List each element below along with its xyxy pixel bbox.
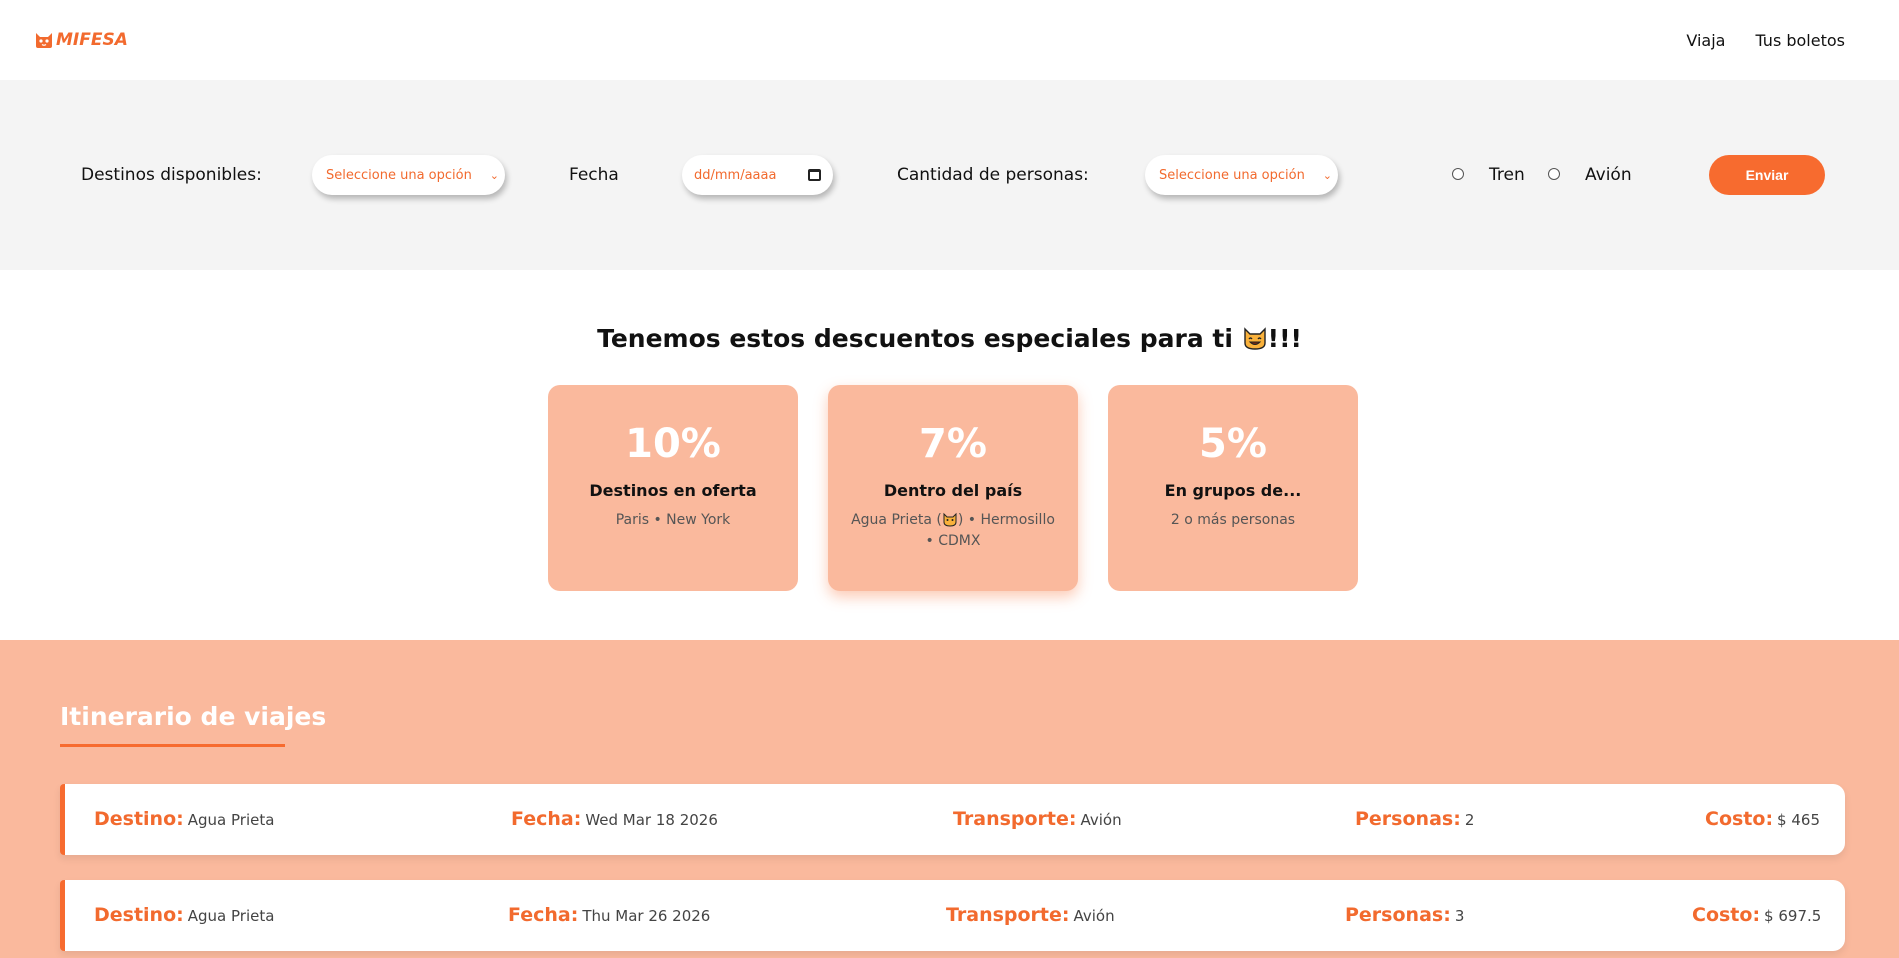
value-fecha: Wed Mar 18 2026 bbox=[585, 811, 718, 829]
discount-title: Destinos en oferta bbox=[589, 481, 757, 500]
cat-emoji-icon bbox=[1243, 327, 1266, 350]
key-destino: Destino: bbox=[94, 904, 184, 926]
calendar-icon[interactable] bbox=[808, 169, 821, 181]
discount-subtitle: 2 o más personas bbox=[1170, 512, 1296, 528]
brand-logo[interactable]: MIFESA bbox=[34, 30, 128, 50]
key-costo: Costo: bbox=[1705, 808, 1774, 830]
nav-viaja[interactable]: Viaja bbox=[1686, 31, 1725, 50]
itinerary-row[interactable]: Destino: Agua Prieta Fecha: Thu Mar 26 202… bbox=[60, 880, 1845, 951]
discount-title: Dentro del país bbox=[883, 481, 1023, 500]
cat-logo-icon bbox=[36, 33, 52, 48]
value-destino: Agua Prieta bbox=[187, 811, 275, 829]
value-personas: 3 bbox=[1454, 907, 1465, 925]
discounts-title-exclaim: !!! bbox=[1267, 324, 1302, 353]
chevron-down-icon: ⌄ bbox=[1322, 168, 1332, 182]
cell-transporte: Transporte: Avión bbox=[953, 808, 1122, 830]
key-personas: Personas: bbox=[1345, 904, 1451, 926]
discounts-title: Tenemos estos descuentos especiales para… bbox=[0, 324, 1899, 353]
discounts-section: Tenemos estos descuentos especiales para… bbox=[0, 270, 1899, 640]
key-personas: Personas: bbox=[1355, 808, 1461, 830]
nav-tus-boletos[interactable]: Tus boletos bbox=[1755, 31, 1845, 50]
discount-percent: 5% bbox=[1199, 421, 1267, 467]
discount-percent: 10% bbox=[625, 421, 721, 467]
key-transporte: Transporte: bbox=[953, 808, 1077, 830]
destinations-label: Destinos disponibles: bbox=[81, 165, 262, 185]
itinerary-title: Itinerario de viajes bbox=[60, 702, 327, 731]
cat-emoji-icon bbox=[943, 512, 957, 527]
discount-card-grupos[interactable]: 5% En grupos de... 2 o más personas bbox=[1108, 385, 1358, 591]
value-transporte: Avión bbox=[1073, 907, 1115, 925]
radio-tren-label: Tren bbox=[1489, 165, 1525, 185]
date-input[interactable]: dd/mm/aaaa bbox=[682, 155, 833, 195]
date-label: Fecha bbox=[569, 165, 619, 185]
brand-name: MIFESA bbox=[56, 30, 128, 50]
discount-subtitle: Agua Prieta ( ) • Hermosillo • CDMX bbox=[828, 510, 1078, 552]
chevron-down-icon: ⌄ bbox=[489, 168, 499, 182]
discount-card-pais[interactable]: 7% Dentro del país Agua Prieta ( ) • Her… bbox=[828, 385, 1078, 591]
discount-percent: 7% bbox=[919, 421, 987, 467]
cell-personas: Personas: 3 bbox=[1345, 904, 1464, 926]
site-header: MIFESA Viaja Tus boletos bbox=[0, 0, 1899, 80]
itinerary-underline bbox=[60, 744, 285, 747]
itinerary-section: Itinerario de viajes Destino: Agua Prieta… bbox=[0, 640, 1899, 958]
value-transporte: Avión bbox=[1080, 811, 1122, 829]
discount-card-destinos[interactable]: 10% Destinos en oferta Paris • New York bbox=[548, 385, 798, 591]
value-fecha: Thu Mar 26 2026 bbox=[582, 907, 711, 925]
key-fecha: Fecha: bbox=[508, 904, 579, 926]
radio-avion-label: Avión bbox=[1585, 165, 1632, 185]
value-personas: 2 bbox=[1464, 811, 1475, 829]
discount-subtitle: Paris • New York bbox=[615, 512, 731, 528]
radio-tren[interactable] bbox=[1452, 168, 1464, 180]
people-select-value: Seleccione una opción bbox=[1159, 167, 1305, 183]
destinations-select[interactable]: Seleccione una opción ⌄ bbox=[312, 155, 505, 195]
cell-destino: Destino: Agua Prieta bbox=[94, 808, 274, 830]
cell-costo: Costo: $ 697.5 bbox=[1692, 904, 1821, 926]
discounts-title-text: Tenemos estos descuentos especiales para… bbox=[597, 324, 1233, 353]
key-fecha: Fecha: bbox=[511, 808, 582, 830]
search-form: Destinos disponibles: Seleccione una opc… bbox=[0, 80, 1899, 270]
value-costo: $ 465 bbox=[1777, 811, 1820, 829]
cell-costo: Costo: $ 465 bbox=[1705, 808, 1820, 830]
radio-avion[interactable] bbox=[1548, 168, 1560, 180]
discount-title: En grupos de... bbox=[1164, 481, 1302, 500]
value-destino: Agua Prieta bbox=[187, 907, 275, 925]
key-costo: Costo: bbox=[1692, 904, 1761, 926]
main-nav: Viaja Tus boletos bbox=[1686, 31, 1845, 50]
value-costo: $ 697.5 bbox=[1764, 907, 1822, 925]
destinations-select-value: Seleccione una opción bbox=[326, 167, 472, 183]
itinerary-row[interactable]: Destino: Agua Prieta Fecha: Wed Mar 18 202… bbox=[60, 784, 1845, 855]
people-select[interactable]: Seleccione una opción ⌄ bbox=[1145, 155, 1338, 195]
key-destino: Destino: bbox=[94, 808, 184, 830]
date-placeholder: dd/mm/aaaa bbox=[694, 167, 777, 183]
cell-fecha: Fecha: Wed Mar 18 2026 bbox=[511, 808, 718, 830]
key-transporte: Transporte: bbox=[946, 904, 1070, 926]
people-label: Cantidad de personas: bbox=[897, 165, 1089, 185]
submit-button[interactable]: Enviar bbox=[1709, 155, 1825, 195]
discount-subtitle-start: Agua Prieta ( bbox=[851, 512, 942, 528]
cell-destino: Destino: Agua Prieta bbox=[94, 904, 274, 926]
cell-personas: Personas: 2 bbox=[1355, 808, 1474, 830]
cell-fecha: Fecha: Thu Mar 26 2026 bbox=[508, 904, 710, 926]
cell-transporte: Transporte: Avión bbox=[946, 904, 1115, 926]
